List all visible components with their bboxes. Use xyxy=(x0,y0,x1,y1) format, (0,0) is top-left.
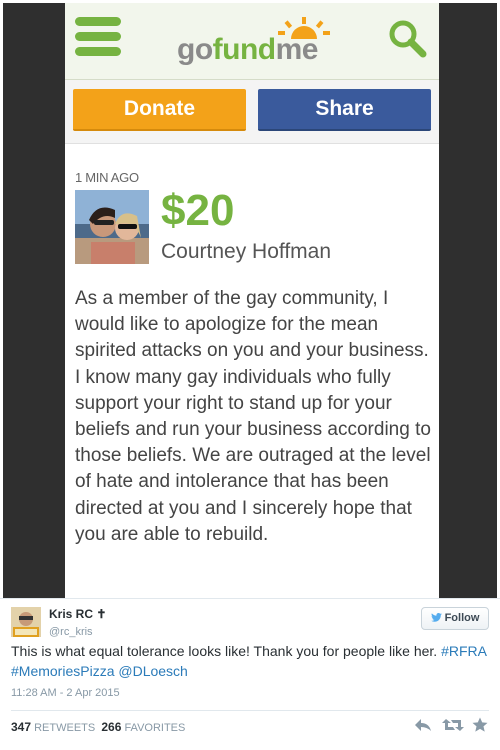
mention-link[interactable]: @DLoesch xyxy=(118,663,187,679)
donation-card: 1 MIN AGO $20 Courtney Hoffman As a memb… xyxy=(65,143,439,598)
phone-screenshot: gofundme Donate Share 1 MIN AGO $20 Cour… xyxy=(3,3,497,598)
follow-label: Follow xyxy=(444,612,480,624)
divider xyxy=(11,710,489,711)
favorites-label: FAVORITES xyxy=(124,722,186,734)
retweet-icon[interactable] xyxy=(442,717,464,733)
retweets-label: RETWEETS xyxy=(34,722,96,734)
favorite-icon[interactable] xyxy=(472,717,488,733)
tweet-text: This is what equal tolerance looks like!… xyxy=(11,643,487,679)
search-icon[interactable] xyxy=(387,18,427,58)
gofundme-header: gofundme xyxy=(65,3,439,80)
avatar[interactable] xyxy=(11,607,41,637)
tweet-author-name[interactable]: Kris RC ✝ xyxy=(49,607,106,621)
reply-icon[interactable] xyxy=(414,717,432,733)
donation-message: As a member of the gay community, I woul… xyxy=(75,288,431,545)
gofundme-logo[interactable]: gofundme xyxy=(177,33,318,67)
donor-photo xyxy=(75,190,149,264)
donor-name: Courtney Hoffman xyxy=(161,240,332,263)
retweets-count[interactable]: 347 xyxy=(11,720,31,734)
gofundme-screen: gofundme Donate Share 1 MIN AGO $20 Cour… xyxy=(65,3,439,598)
donation-amount: $20 xyxy=(161,186,235,235)
tweet-timestamp[interactable]: 11:28 AM - 2 Apr 2015 xyxy=(11,687,120,699)
tweet-actions xyxy=(414,717,490,733)
page: gofundme Donate Share 1 MIN AGO $20 Cour… xyxy=(0,0,500,750)
donate-button[interactable]: Donate xyxy=(73,89,246,131)
tweet-stats: 347 RETWEETS 266 FAVORITES xyxy=(11,720,185,734)
hashtag-link[interactable]: #MemoriesPizza xyxy=(11,663,114,679)
twitter-bird-icon xyxy=(430,613,442,622)
menu-icon[interactable] xyxy=(75,17,121,59)
donation-time: 1 MIN AGO xyxy=(75,170,139,185)
share-button[interactable]: Share xyxy=(258,89,431,131)
embedded-tweet: Kris RC ✝ @rc_kris Follow This is what e… xyxy=(0,598,500,750)
tweet-author-handle[interactable]: @rc_kris xyxy=(49,626,93,638)
favorites-count[interactable]: 266 xyxy=(101,720,121,734)
hashtag-link[interactable]: #RFRA xyxy=(441,643,486,659)
follow-button[interactable]: Follow xyxy=(421,607,489,630)
